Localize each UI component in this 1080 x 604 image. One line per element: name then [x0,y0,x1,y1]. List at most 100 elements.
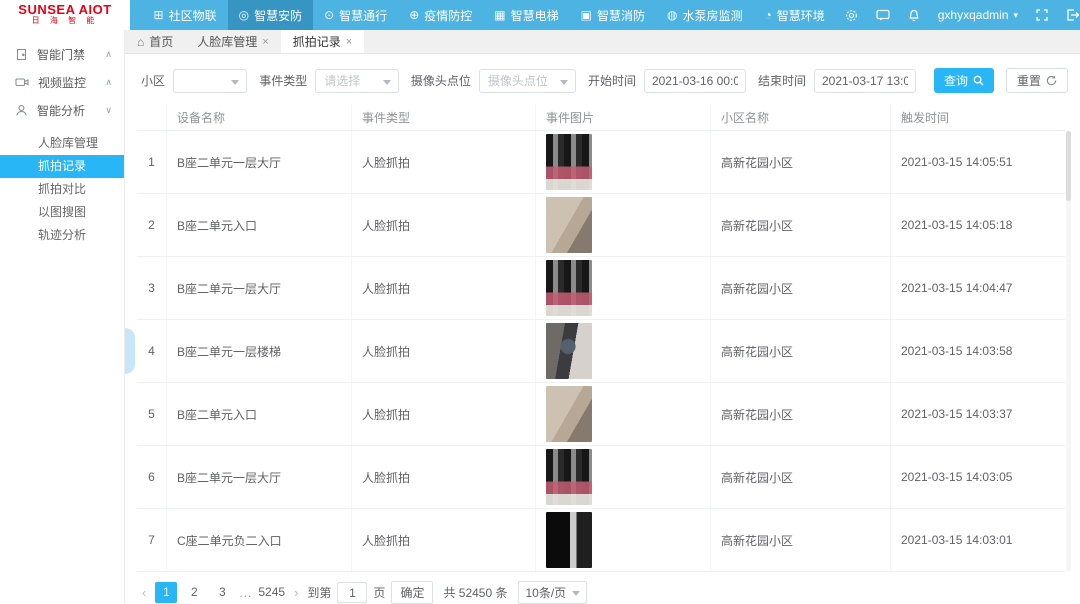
device-name: B座二单元入口 [167,194,352,256]
nav-item-smart-access[interactable]: ⊙ 智慧通行 [313,0,398,30]
trigger-time: 2021-03-15 14:04:47 [891,257,1059,319]
table-row: 7 C座二单元负二入口 人脸抓拍 高新花园小区 2021-03-15 14:03… [137,509,1065,572]
sidebar-item-capture-records[interactable]: 抓拍记录 [0,155,124,178]
end-time-label: 结束时间 [758,72,806,89]
chevron-down-icon [560,80,568,85]
event-photo[interactable] [546,449,592,505]
row-index: 4 [137,320,167,382]
query-button-label: 查询 [944,72,968,89]
jump-page-input[interactable] [337,582,367,603]
row-index: 5 [137,383,167,445]
tab-home[interactable]: ⌂ 首页 [125,30,185,53]
refresh-icon [1046,75,1057,86]
user-menu[interactable]: gxhyxqadmin ▾ [929,0,1027,30]
epidemic-control-icon: ⊕ [409,9,419,21]
end-time-input[interactable] [814,69,916,93]
event-photo[interactable] [546,386,592,442]
tab-capture-records[interactable]: 抓拍记录 × [281,30,364,53]
event-photo[interactable] [546,512,592,568]
page-number-1[interactable]: 1 [155,582,177,603]
tab-label: 人脸库管理 [197,33,257,50]
fullscreen-icon[interactable] [1027,0,1057,30]
smart-access-icon: ⊙ [324,9,334,21]
logout-icon[interactable] [1057,0,1080,30]
event-photo[interactable] [546,197,592,253]
settings-icon[interactable] [836,0,867,30]
sidebar-group-door-access[interactable]: 智能门禁 ∧ [0,40,124,68]
brand-logo-subtext: 日 海 智 能 [0,16,130,26]
nav-item-smart-security[interactable]: ◎ 智慧安防 [228,0,314,30]
event-type: 人脸抓拍 [352,194,536,256]
index-column-header [137,105,167,130]
sidebar-item-image-search[interactable]: 以图搜图 [0,201,124,224]
nav-item-epidemic-control[interactable]: ⊕ 疫情防控 [398,0,483,30]
camera-select[interactable]: 摄像头点位 [479,69,576,93]
row-index: 2 [137,194,167,256]
device-name: B座二单元入口 [167,383,352,445]
table-scrollbar[interactable] [1066,131,1071,572]
chevron-up-icon: ∧ [105,49,112,60]
jump-confirm-button[interactable]: 确定 [391,581,433,604]
start-time-label: 开始时间 [588,72,636,89]
trigger-time: 2021-03-15 14:03:05 [891,446,1059,508]
sidebar-item-track-analysis[interactable]: 轨迹分析 [0,224,124,247]
page-ellipsis: ... [239,586,252,600]
sidebar-collapse-handle[interactable] [125,328,135,374]
event-type: 人脸抓拍 [352,383,536,445]
nav-label: 水泵房监测 [682,7,742,24]
page-size-select[interactable]: 10条/页 [518,581,588,604]
sidebar-group-label: 智能门禁 [37,46,85,63]
chevron-down-icon: ∨ [105,105,112,116]
brand-logo-text: SUNSEA AIOT [0,3,130,16]
community-name: 高新花园小区 [711,446,891,508]
column-header-device: 设备名称 [167,105,352,130]
next-page-icon[interactable]: › [291,585,301,600]
chevron-down-icon: ▾ [1013,10,1018,21]
nav-item-smart-elevator[interactable]: ▦ 智慧电梯 [483,0,569,30]
brand-logo: SUNSEA AIOT 日 海 智 能 [0,0,130,30]
community-select[interactable] [173,69,247,93]
event-type: 人脸抓拍 [352,446,536,508]
nav-item-smart-environment[interactable]: ◔ 智慧环境 [753,0,835,30]
sidebar-group-label: 视频监控 [38,74,86,91]
close-icon[interactable]: × [346,36,352,48]
notification-bell-icon[interactable] [899,0,929,30]
community-name: 高新花园小区 [711,194,891,256]
device-name: B座二单元一层大厅 [167,446,352,508]
event-type-select[interactable]: 请选择 [315,69,399,93]
nav-label: 智慧安防 [254,7,302,24]
event-photo[interactable] [546,323,592,379]
sidebar-group-smart-analysis[interactable]: 智能分析 ∨ [0,96,124,124]
start-time-input[interactable] [644,69,746,93]
prev-page-icon[interactable]: ‹ [139,585,149,600]
message-icon[interactable] [867,0,899,30]
sidebar-item-face-library[interactable]: 人脸库管理 [0,132,124,155]
nav-item-pump-room-monitor[interactable]: ◍ 水泵房监测 [656,0,754,30]
total-count: 共 52450 条 [443,584,507,601]
table-row: 2 B座二单元入口 人脸抓拍 高新花园小区 2021-03-15 14:05:1… [137,194,1065,257]
home-icon: ⌂ [137,35,144,49]
nav-label: 智慧电梯 [511,7,559,24]
smart-fire-icon: ▣ [581,9,592,21]
community-name: 高新花园小区 [711,509,891,571]
row-index: 1 [137,131,167,193]
pagination: ‹ 1 2 3 ... 5245 › 到第 页 确定 共 52450 条 10条… [139,581,1068,604]
nav-item-community-iot[interactable]: ⊞ 社区物联 [143,0,228,30]
close-icon[interactable]: × [262,36,268,48]
page-number-3[interactable]: 3 [211,582,233,603]
nav-item-smart-fire[interactable]: ▣ 智慧消防 [570,0,656,30]
trigger-time: 2021-03-15 14:05:51 [891,131,1059,193]
query-button[interactable]: 查询 [934,68,994,93]
reset-button[interactable]: 重置 [1006,68,1068,93]
sidebar-group-video-monitor[interactable]: 视频监控 ∧ [0,68,124,96]
event-photo[interactable] [546,260,592,316]
page-number-2[interactable]: 2 [183,582,205,603]
row-index: 7 [137,509,167,571]
tab-face-library[interactable]: 人脸库管理 × [185,30,280,53]
event-photo[interactable] [546,134,592,190]
page-number-last[interactable]: 5245 [258,582,285,603]
sidebar-item-capture-compare[interactable]: 抓拍对比 [0,178,124,201]
tab-label: 抓拍记录 [293,33,341,50]
camera-select-value: 摄像头点位 [488,72,548,89]
top-nav: ⊞ 社区物联 ◎ 智慧安防 ⊙ 智慧通行 ⊕ 疫情防控 ▦ 智慧电梯 ▣ 智慧消… [143,0,1080,30]
